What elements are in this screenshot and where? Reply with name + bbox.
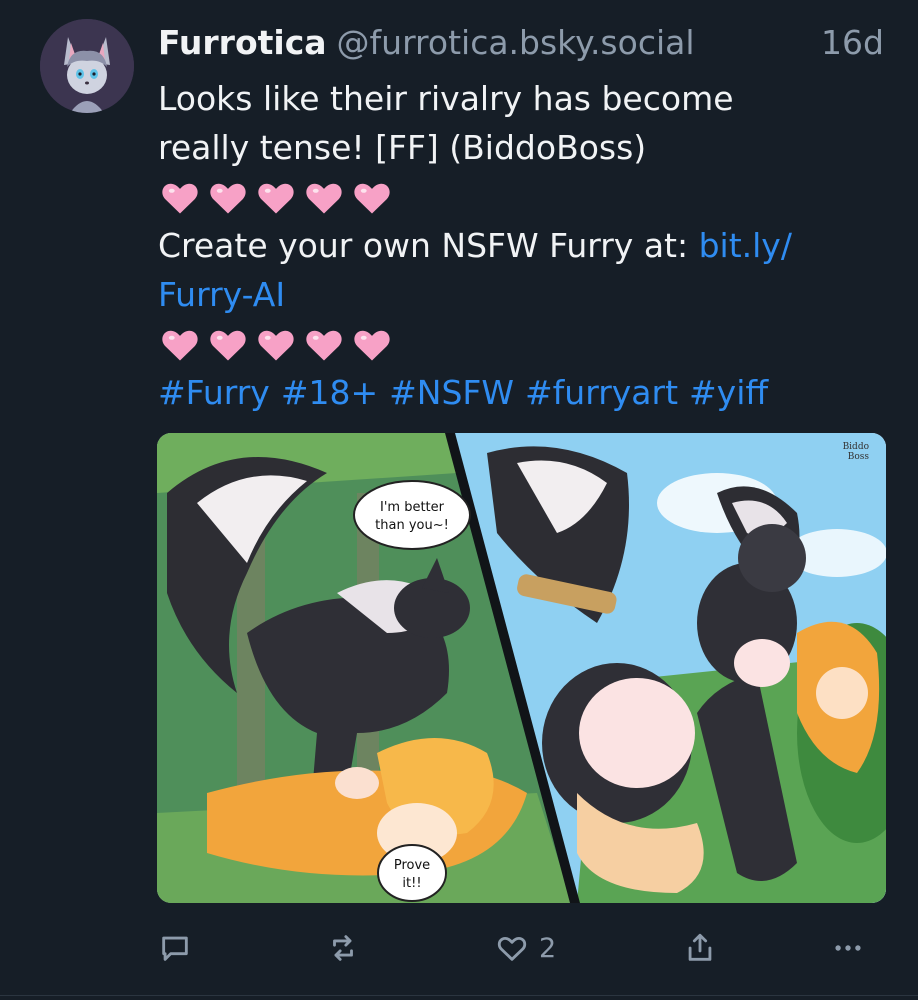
artist-signature-line-2: Boss (848, 452, 870, 462)
share-button[interactable] (683, 922, 717, 974)
furry-avatar-icon (40, 19, 134, 113)
pink-heart-icon (206, 175, 250, 219)
more-icon (835, 945, 861, 951)
speech-bubble-2-line-1: Prove (394, 858, 430, 873)
pink-heart-icon (350, 322, 394, 366)
hearts-row-2 (158, 319, 878, 368)
cta-text: Create your own NSFW Furry at: (158, 226, 699, 265)
heart-icon (497, 936, 527, 961)
author-handle[interactable]: @furrotica.bsky.social (337, 23, 695, 62)
hashtag-nsfw[interactable]: #NSFW (389, 373, 514, 412)
pink-heart-icon (158, 175, 202, 219)
post-text-line-1: Looks like their rivalry has become (158, 79, 734, 118)
pink-heart-icon (302, 175, 346, 219)
comic-illustration: I'm better than you~! Prove it!! Biddo B… (157, 433, 886, 903)
pink-heart-icon (350, 175, 394, 219)
author-avatar[interactable] (40, 19, 134, 113)
speech-bubble-1-line-1: I'm better (380, 500, 445, 515)
speech-bubble-2-line-2: it!! (402, 876, 421, 891)
hashtags-line: #Furry #18+ #NSFW #furryart #yiff (158, 368, 878, 417)
link-line-2: Furry-AI (158, 270, 878, 319)
link-text-part-1[interactable]: bit.ly/ (699, 226, 792, 265)
reply-button[interactable] (158, 922, 192, 974)
pink-heart-icon (206, 322, 250, 366)
hearts-row-1 (158, 172, 878, 221)
pink-heart-icon (254, 175, 298, 219)
share-icon (688, 933, 712, 961)
post-text-line-2: really tense! [FF] (BiddoBoss) (158, 128, 647, 167)
post[interactable]: Furrotica @furrotica.bsky.social 16d Loo… (0, 0, 918, 1000)
post-header: Furrotica @furrotica.bsky.social 16d (158, 18, 888, 66)
post-divider (0, 995, 918, 996)
post-timestamp[interactable]: 16d (821, 23, 884, 62)
pink-heart-icon (254, 322, 298, 366)
link-text-part-2[interactable]: Furry-AI (158, 275, 285, 314)
more-options-button[interactable] (831, 922, 865, 974)
hashtag-yiff[interactable]: #yiff (689, 373, 768, 412)
repost-icon (333, 935, 353, 961)
reply-icon (162, 936, 188, 961)
repost-button[interactable] (326, 922, 360, 974)
pink-heart-icon (158, 322, 202, 366)
pink-heart-icon (302, 322, 346, 366)
like-button[interactable]: 2 (495, 922, 556, 974)
hashtag-furry[interactable]: #Furry (158, 373, 270, 412)
hashtag-18plus[interactable]: #18+ (281, 373, 378, 412)
speech-bubble-1-line-2: than you~! (375, 518, 449, 533)
post-image[interactable]: I'm better than you~! Prove it!! Biddo B… (157, 433, 886, 903)
author-display-name[interactable]: Furrotica (158, 23, 327, 62)
post-actions: 2 (150, 922, 885, 974)
cta-line: Create your own NSFW Furry at: bit.ly/ (158, 221, 878, 270)
like-count: 2 (539, 932, 557, 964)
post-text: Looks like their rivalry has become real… (158, 74, 878, 417)
artist-signature-line-1: Biddo (843, 442, 869, 452)
hashtag-furryart[interactable]: #furryart (525, 373, 678, 412)
